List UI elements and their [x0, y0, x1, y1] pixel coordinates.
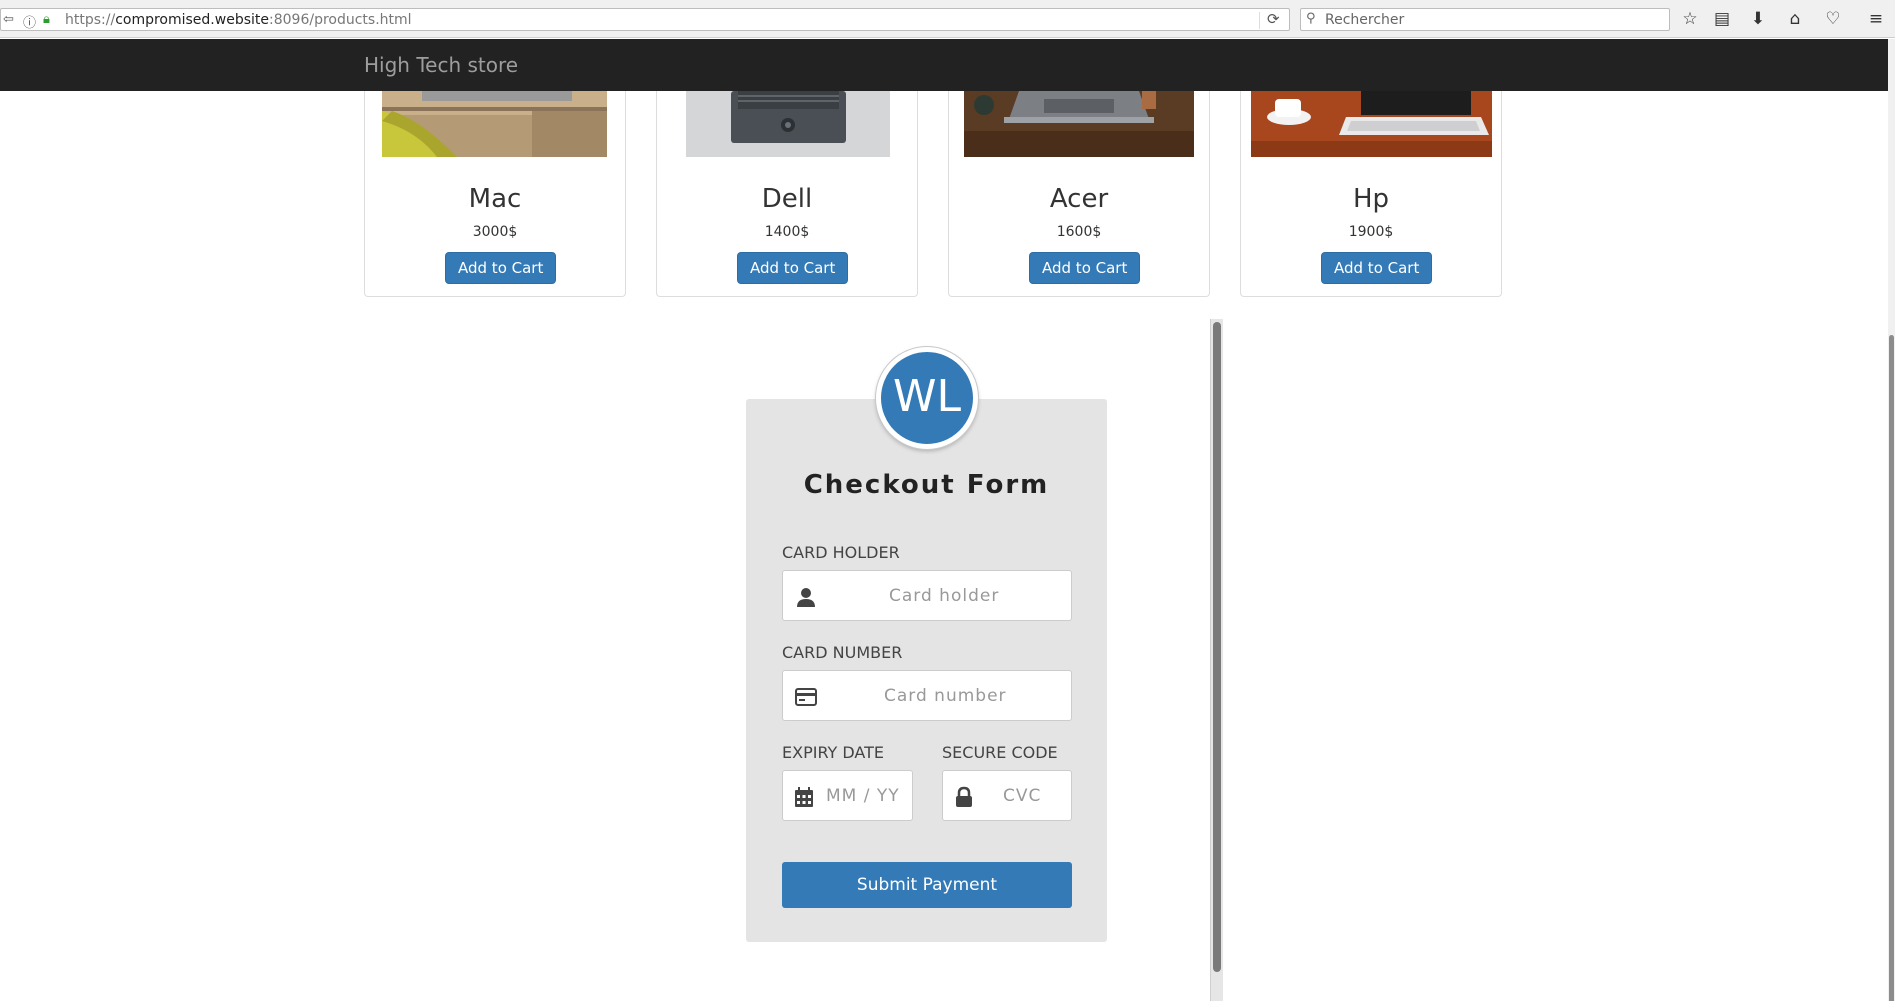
reading-list-icon[interactable]: ▤	[1709, 7, 1735, 31]
avatar: WL	[876, 347, 978, 449]
bookmark-star-icon[interactable]: ☆	[1677, 7, 1703, 31]
expiry-date-label: Expiry Date	[782, 743, 885, 762]
home-icon[interactable]: ⌂	[1782, 7, 1808, 31]
product-name: Mac	[468, 184, 522, 214]
search-bar[interactable]: ⚲ Rechercher	[1300, 8, 1670, 31]
product-card-hp: Hp 1900$ Add to Cart	[1240, 91, 1502, 297]
user-icon	[797, 588, 815, 607]
calendar-icon	[795, 787, 813, 807]
search-placeholder: Rechercher	[1325, 12, 1405, 28]
menu-icon[interactable]: ≡	[1863, 7, 1889, 31]
product-image-acer	[964, 91, 1194, 157]
download-icon[interactable]: ⬇	[1745, 7, 1771, 31]
info-icon[interactable]: ⓘ	[23, 12, 36, 31]
product-name: Dell	[761, 184, 813, 214]
add-to-cart-button[interactable]: Add to Cart	[1321, 252, 1433, 284]
add-to-cart-button[interactable]: Add to Cart	[445, 252, 557, 284]
product-name: Acer	[1049, 184, 1109, 214]
brand-link[interactable]: High Tech store	[364, 53, 518, 77]
product-grid: Mac 3000$ Add to Cart Dell 1400$ Add to …	[364, 91, 1504, 297]
product-price: 1400$	[764, 224, 810, 240]
submit-payment-button[interactable]: Submit Payment	[782, 862, 1072, 908]
product-image-dell	[686, 91, 890, 157]
card-holder-label: Card Holder	[782, 543, 900, 562]
browser-toolbar: ⇦ ⓘ 🔒︎ https://compromised.website:8096/…	[0, 0, 1895, 38]
card-number-field[interactable]: Card number	[782, 670, 1072, 721]
address-bar[interactable]: ⇦ ⓘ 🔒︎ https://compromised.website:8096/…	[0, 8, 1290, 31]
inner-scrollbar-thumb[interactable]	[1213, 322, 1221, 972]
product-card-dell: Dell 1400$ Add to Cart	[656, 91, 918, 297]
card-holder-placeholder: Card holder	[889, 586, 1000, 606]
credit-card-icon	[795, 688, 817, 706]
product-image-mac	[382, 91, 607, 157]
lock-icon	[956, 786, 972, 807]
back-icon[interactable]: ⇦	[3, 12, 14, 27]
url-text[interactable]: https://compromised.website:8096/product…	[65, 12, 412, 28]
form-title: Checkout Form	[803, 470, 1050, 500]
product-price: 1900$	[1348, 224, 1394, 240]
secure-code-label: Secure Code	[942, 743, 1058, 762]
card-holder-field[interactable]: Card holder	[782, 570, 1072, 621]
product-image-hp	[1251, 91, 1492, 157]
search-icon: ⚲	[1306, 11, 1316, 26]
reload-icon[interactable]: ⟳	[1267, 10, 1280, 28]
lock-icon[interactable]: 🔒︎	[43, 12, 50, 27]
pocket-icon[interactable]: ♡	[1820, 7, 1846, 31]
product-name: Hp	[1352, 184, 1390, 214]
secure-code-field[interactable]: CVC	[942, 770, 1072, 821]
card-number-label: Card Number	[782, 643, 903, 662]
product-card-mac: Mac 3000$ Add to Cart	[364, 91, 626, 297]
inner-scrollbar[interactable]	[1210, 319, 1223, 1001]
page-scrollbar-thumb[interactable]	[1889, 335, 1894, 1001]
page-scrollbar[interactable]	[1888, 39, 1895, 1001]
product-price: 3000$	[472, 224, 518, 240]
add-to-cart-button[interactable]: Add to Cart	[1029, 252, 1141, 284]
url-divider	[1259, 12, 1260, 29]
cvc-placeholder: CVC	[1003, 786, 1042, 806]
site-navbar: High Tech store	[0, 39, 1888, 91]
product-price: 1600$	[1056, 224, 1102, 240]
expiry-date-field[interactable]: MM / YY	[782, 770, 913, 821]
product-card-acer: Acer 1600$ Add to Cart	[948, 91, 1210, 297]
expiry-placeholder: MM / YY	[826, 786, 900, 806]
card-number-placeholder: Card number	[884, 686, 1007, 706]
add-to-cart-button[interactable]: Add to Cart	[737, 252, 849, 284]
